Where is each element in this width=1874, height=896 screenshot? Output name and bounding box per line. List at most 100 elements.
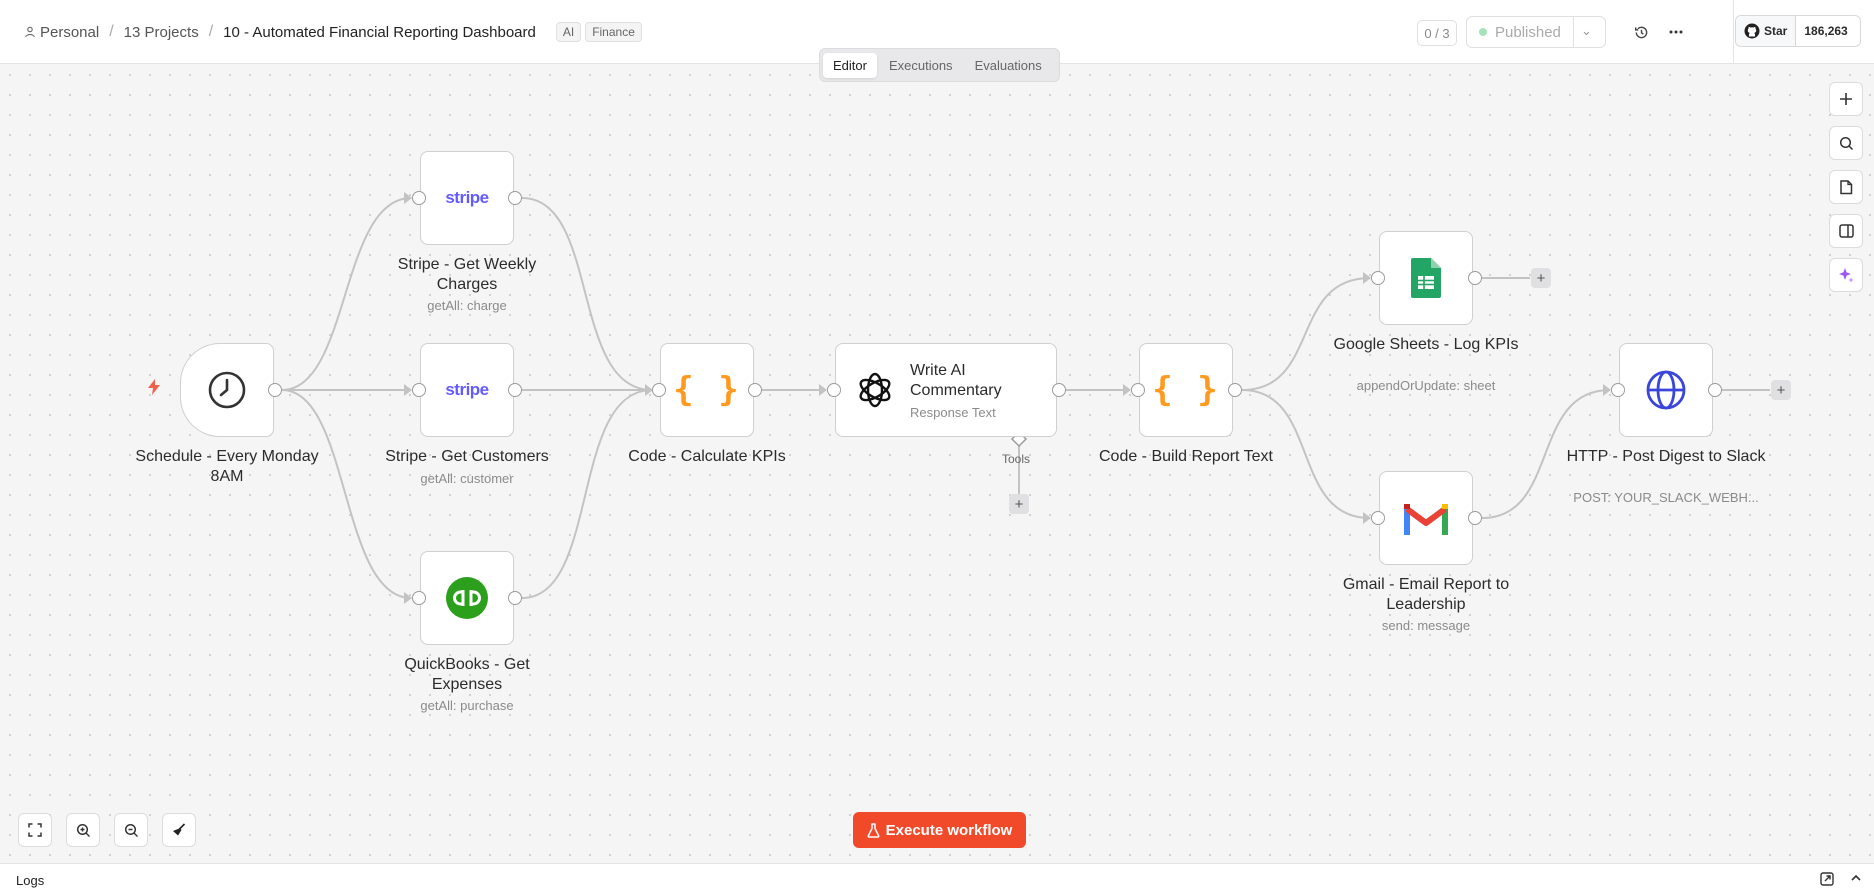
popout-icon[interactable] (1820, 872, 1834, 889)
output-port[interactable] (508, 591, 522, 605)
tab-executions[interactable]: Executions (879, 53, 963, 78)
output-port[interactable] (508, 383, 522, 397)
tag-finance[interactable]: Finance (585, 22, 642, 42)
github-star-count: 186,263 (1804, 24, 1848, 38)
note-icon (1840, 179, 1853, 194)
stripe-icon: stripe (445, 188, 489, 207)
flask-icon (867, 822, 880, 838)
status-dot (1479, 28, 1487, 36)
publish-status-label: Published (1495, 23, 1561, 41)
node-schedule-title: Schedule - Every Monday 8AM (135, 448, 319, 485)
github-star-label: Star (1764, 24, 1788, 38)
execute-workflow-label: Execute workflow (885, 821, 1013, 839)
broom-icon (173, 823, 186, 836)
github-star-button[interactable]: Star (1736, 16, 1797, 46)
history-button[interactable] (1627, 18, 1655, 46)
node-google-sheets[interactable] (1379, 231, 1473, 325)
add-node-panel-button[interactable] (1829, 82, 1863, 116)
input-port[interactable] (1611, 383, 1625, 397)
node-quickbooks[interactable] (420, 551, 514, 645)
input-port[interactable] (1371, 511, 1385, 525)
github-icon (1744, 23, 1760, 39)
node-stripe-customers[interactable]: stripe (420, 343, 514, 437)
globe-icon (1646, 370, 1686, 410)
output-port[interactable] (1708, 383, 1722, 397)
breadcrumb: Personal / 13 Projects / 10 - Automated … (24, 22, 642, 42)
quickbooks-icon (446, 577, 488, 619)
tidy-up-button[interactable] (162, 813, 196, 847)
google-sheets-icon (1411, 258, 1441, 298)
node-stripe-charges-title: Stripe - Get Weekly Charges (397, 256, 537, 293)
tools-connector-label: Tools (1002, 452, 1031, 466)
add-node-button[interactable]: + (1771, 380, 1791, 400)
input-port[interactable] (827, 383, 841, 397)
input-port[interactable] (652, 383, 666, 397)
ellipsis-icon (1669, 30, 1683, 34)
execute-workflow-button[interactable]: Execute workflow (853, 812, 1026, 848)
plus-icon (1840, 93, 1852, 105)
logs-label: Logs (16, 873, 45, 888)
tab-editor[interactable]: Editor (823, 52, 877, 78)
github-star-widget[interactable]: Star 186,263 (1735, 15, 1861, 47)
output-port[interactable] (268, 383, 282, 397)
workflow-name[interactable]: 10 - Automated Financial Reporting Dashb… (223, 24, 536, 41)
fit-view-button[interactable] (18, 813, 52, 847)
logs-panel[interactable]: Logs (0, 863, 1874, 896)
node-quickbooks-title: QuickBooks - Get Expenses (404, 656, 530, 693)
node-code-kpis[interactable]: { } (660, 343, 754, 437)
output-port[interactable] (1228, 383, 1242, 397)
panel-icon (1838, 224, 1854, 238)
breadcrumb-projects[interactable]: 13 Projects (124, 24, 199, 41)
node-code-report-title: Code - Build Report Text (1098, 448, 1273, 465)
output-port[interactable] (748, 383, 762, 397)
node-gmail[interactable] (1379, 471, 1473, 565)
search-nodes-button[interactable] (1829, 126, 1863, 160)
output-port[interactable] (1468, 511, 1482, 525)
add-node-button[interactable]: + (1531, 268, 1551, 288)
more-options-button[interactable] (1662, 18, 1690, 46)
chevron-up-icon[interactable] (1850, 872, 1862, 887)
view-tabs: Editor Executions Evaluations (819, 48, 1060, 82)
node-gmail-subtitle: send: message (1381, 618, 1471, 633)
toggle-panel-button[interactable] (1829, 214, 1863, 248)
search-icon (1839, 136, 1853, 150)
publish-button[interactable]: Published ⌄ (1466, 16, 1606, 48)
output-port[interactable] (1052, 383, 1066, 397)
breadcrumb-separator: / (208, 23, 214, 40)
input-port[interactable] (1371, 271, 1385, 285)
node-code-report[interactable]: { } (1139, 343, 1233, 437)
node-http[interactable] (1619, 343, 1713, 437)
ai-assistant-button[interactable] (1829, 258, 1863, 292)
node-http-subtitle: POST: YOUR_SLACK_WEBH... (1573, 490, 1759, 505)
breadcrumb-separator: / (109, 23, 114, 40)
node-schedule[interactable] (180, 343, 274, 437)
trigger-bolt-icon (148, 379, 160, 395)
sparkle-icon (1839, 268, 1854, 283)
node-stripe-customers-title: Stripe - Get Customers (385, 448, 549, 465)
breadcrumb-personal[interactable]: Personal (40, 24, 99, 41)
user-icon (25, 26, 35, 38)
code-braces-icon: { } (673, 370, 741, 410)
input-port[interactable] (412, 383, 426, 397)
add-tool-button[interactable]: + (1009, 494, 1029, 514)
openai-icon (859, 372, 891, 408)
input-port[interactable] (412, 191, 426, 205)
clock-icon (208, 371, 246, 409)
zoom-in-button[interactable] (66, 813, 100, 847)
node-ai-commentary[interactable]: Write AI Commentary Response Text (835, 343, 1057, 437)
stripe-icon: stripe (445, 380, 489, 399)
zoom-out-button[interactable] (114, 813, 148, 847)
history-icon (1634, 26, 1647, 38)
node-code-kpis-title: Code - Calculate KPIs (628, 448, 786, 465)
version-counter: 0 / 3 (1417, 20, 1457, 46)
input-port[interactable] (1131, 383, 1145, 397)
tag-ai[interactable]: AI (555, 22, 582, 42)
chevron-down-icon[interactable]: ⌄ (1581, 23, 1592, 39)
input-port[interactable] (412, 591, 426, 605)
node-stripe-charges[interactable]: stripe (420, 151, 514, 245)
sticky-note-button[interactable] (1829, 170, 1863, 204)
output-port[interactable] (508, 191, 522, 205)
tab-evaluations[interactable]: Evaluations (965, 53, 1052, 78)
node-google-sheets-title: Google Sheets - Log KPIs (1333, 336, 1519, 353)
output-port[interactable] (1468, 271, 1482, 285)
